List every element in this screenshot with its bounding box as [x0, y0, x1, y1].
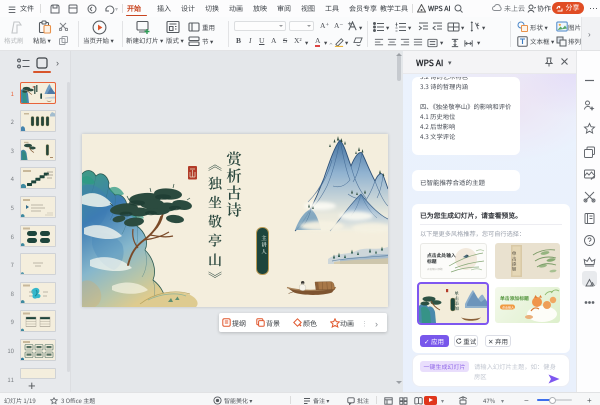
svg-text:标题: 标题	[426, 258, 437, 265]
svg-text:单击添加: 单击添加	[511, 251, 517, 271]
svg-text:点击输入: 点击输入	[502, 305, 514, 309]
svg-text:点击输入标题: 点击输入标题	[427, 267, 443, 271]
svg-text:单击添加: 单击添加	[453, 291, 459, 311]
svg-text:单击添加标题: 单击添加标题	[500, 295, 529, 302]
